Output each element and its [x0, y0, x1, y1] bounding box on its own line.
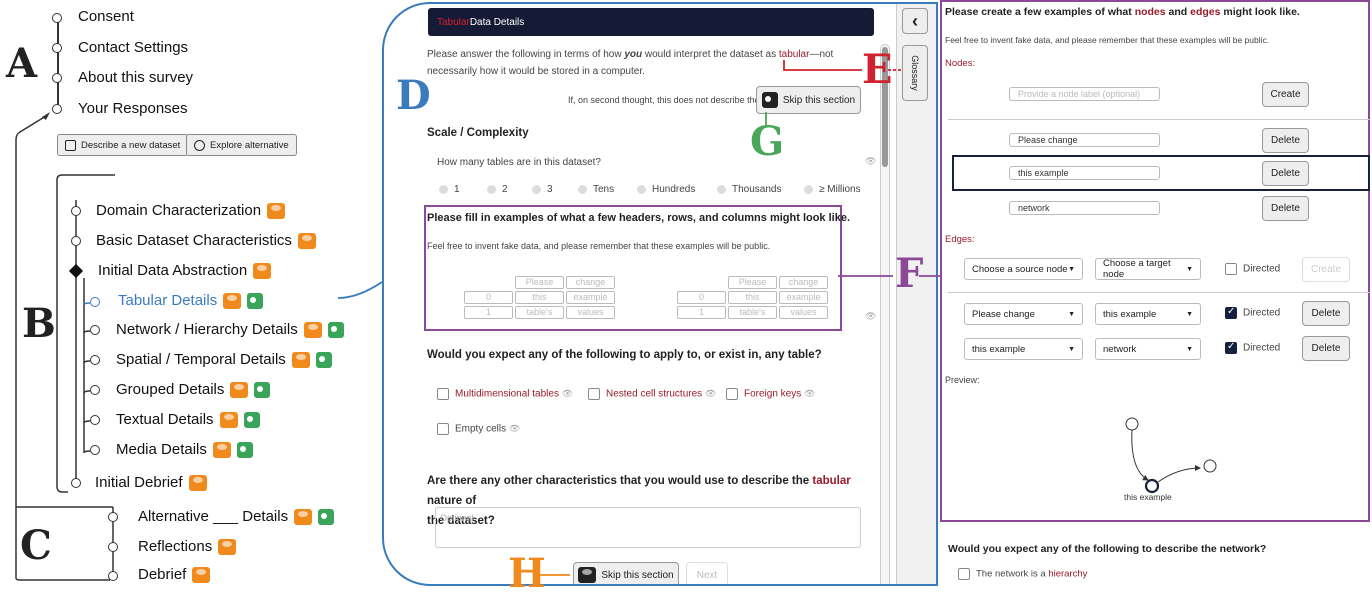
create-node-button[interactable]: Create [1262, 82, 1309, 107]
title-part: Please create a few examples of what [945, 6, 1135, 18]
nodes-label: Nodes: [945, 58, 976, 69]
delete-node-button[interactable]: Delete [1262, 128, 1309, 153]
network-preview [1125, 417, 1217, 494]
edge-2-directed-checkbox[interactable]: Directed [1225, 341, 1281, 354]
edge-1-source[interactable]: Please change ▼ [964, 303, 1083, 325]
target-node-select[interactable]: Choose a target node ▼ [1095, 258, 1201, 280]
select-value: this example [972, 343, 1026, 355]
node-input-3[interactable]: network [1009, 201, 1160, 215]
edge-2-source[interactable]: this example ▼ [964, 338, 1083, 360]
node-input-1[interactable]: Please change [1009, 133, 1160, 147]
title-part: and [1165, 6, 1191, 18]
edges-label-text: Edges [945, 234, 972, 245]
select-value: Choose a target node [1103, 258, 1171, 280]
edges-label: Edges: [945, 234, 975, 245]
edge-2-target[interactable]: network ▼ [1095, 338, 1201, 360]
annotation-f: F [895, 250, 924, 297]
delete-node-button[interactable]: Delete [1262, 161, 1309, 186]
hierarchy-checkbox[interactable]: The network is a hierarchy [958, 568, 1087, 580]
node-label-input[interactable]: Provide a node label (optional) [1009, 87, 1160, 101]
delete-label: Delete [1311, 343, 1341, 354]
edge-1-directed-checkbox[interactable]: Directed [1225, 306, 1281, 319]
preview-node-label: this example [1124, 492, 1172, 502]
delete-label: Delete [1271, 135, 1300, 146]
select-value: Please change [972, 308, 1035, 320]
nodes-label-text: Nodes [945, 58, 973, 69]
network-question: Would you expect any of the following to… [948, 543, 1267, 555]
source-node-select[interactable]: Choose a source node ▼ [964, 258, 1083, 280]
network-details-panel: Please create a few examples of what nod… [940, 0, 1372, 589]
annotation-e: E [862, 46, 893, 93]
delete-edge-button[interactable]: Delete [1302, 336, 1350, 361]
delete-node-button[interactable]: Delete [1262, 196, 1309, 221]
annotation-g: G [750, 118, 785, 165]
directed-label: Directed [1243, 342, 1281, 354]
directed-label: Directed [1243, 307, 1281, 319]
node-input-2[interactable]: this example [1009, 166, 1160, 180]
select-value: this example [1103, 308, 1157, 320]
create-edge-button[interactable]: Create [1302, 257, 1350, 282]
hierarchy-term: hierarchy [1048, 568, 1088, 580]
hierarchy-text: The network is a [976, 568, 1049, 580]
delete-edge-button[interactable]: Delete [1302, 301, 1350, 326]
delete-label: Delete [1311, 308, 1341, 319]
preview-label: Preview: [945, 375, 980, 385]
title-part: might look like. [1220, 6, 1300, 18]
delete-label: Delete [1271, 203, 1300, 214]
network-title: Please create a few examples of what nod… [945, 6, 1300, 18]
select-value: Choose a source node [972, 263, 1068, 275]
select-value: network [1103, 343, 1137, 355]
annotation-h: H [508, 550, 546, 597]
create-label: Create [1310, 264, 1341, 275]
title-nodes: nodes [1134, 6, 1166, 18]
directed-checkbox-new[interactable]: Directed [1225, 263, 1280, 275]
delete-label: Delete [1271, 168, 1300, 179]
create-label: Create [1270, 89, 1301, 100]
directed-label: Directed [1243, 263, 1281, 275]
network-note: Feel free to invent fake data, and pleas… [945, 35, 1270, 45]
title-edges: edges [1190, 6, 1221, 18]
edge-1-target[interactable]: this example ▼ [1095, 303, 1201, 325]
